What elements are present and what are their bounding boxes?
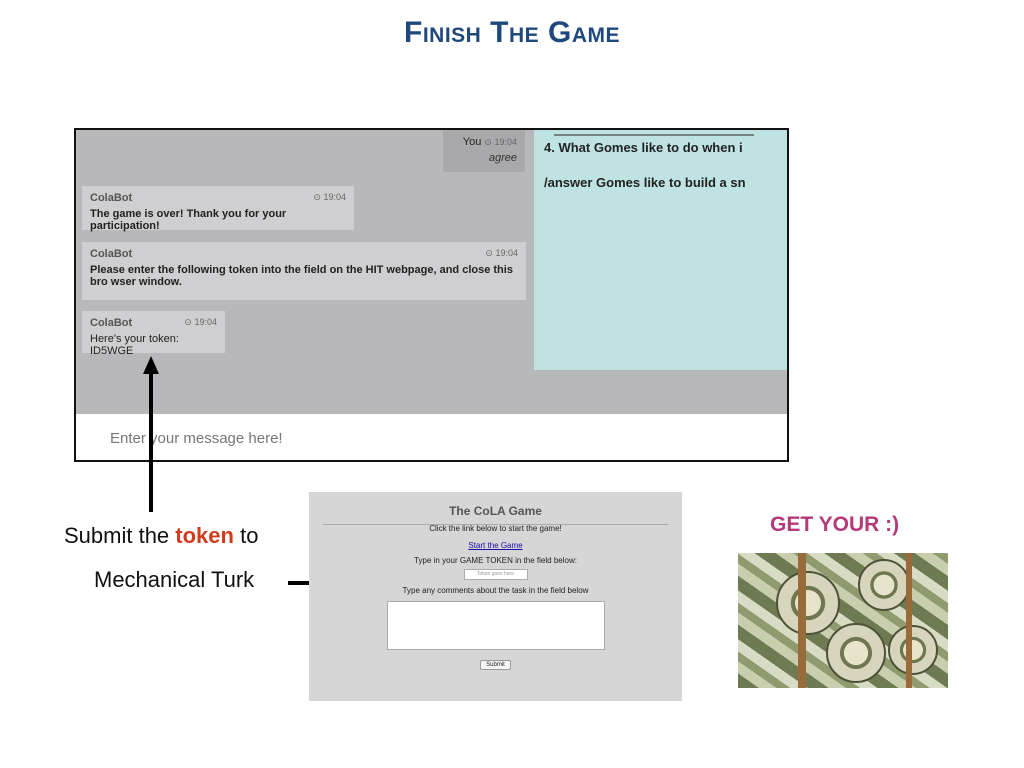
task-question: 4. What Gomes like to do when i bbox=[544, 140, 743, 155]
start-game-link[interactable]: Start the Game bbox=[309, 541, 682, 550]
message-author: ColaBot bbox=[90, 192, 133, 204]
comments-textarea[interactable] bbox=[386, 601, 605, 650]
money-roll bbox=[858, 559, 910, 611]
task-panel: 4. What Gomes like to do when i /answer … bbox=[534, 130, 787, 370]
message-input[interactable]: Enter your message here! bbox=[76, 414, 787, 460]
message-text: Please enter the following token into th… bbox=[90, 264, 513, 288]
money-image bbox=[738, 553, 948, 688]
divider bbox=[323, 524, 668, 525]
rubber-band bbox=[798, 553, 806, 688]
slide-title: Finish The Game bbox=[404, 16, 620, 49]
bot-message: ColaBot ⊙ 19:04 Please enter the followi… bbox=[82, 242, 526, 300]
message-text: The game is over! Thank you for your par… bbox=[90, 208, 287, 232]
hit-instruction: Click the link below to start the game! bbox=[429, 524, 562, 533]
highlight-token: token bbox=[175, 523, 234, 548]
money-roll bbox=[826, 623, 886, 683]
clipped-text bbox=[554, 130, 754, 136]
comments-label: Type any comments about the task in the … bbox=[402, 586, 589, 595]
money-roll bbox=[776, 571, 840, 635]
submit-button[interactable]: Submit bbox=[480, 660, 511, 670]
chat-window: You ⊙ 19:04 agree ColaBot ⊙ 19:04 The ga… bbox=[74, 128, 789, 462]
caption-line-1: Submit the token to bbox=[64, 523, 259, 548]
message-text: agree bbox=[488, 152, 517, 164]
reward-label: GET YOUR :) bbox=[770, 513, 900, 536]
message-author: ColaBot bbox=[90, 248, 133, 260]
bot-message: ColaBot ⊙ 19:04 Here's your token: ID5WG… bbox=[82, 311, 225, 357]
rubber-band bbox=[906, 553, 912, 688]
message-time: ⊙ 19:04 bbox=[313, 192, 346, 202]
message-time: ⊙ 19:04 bbox=[184, 317, 217, 327]
message-time: ⊙ 19:04 bbox=[485, 248, 518, 258]
message-time: ⊙ 19:04 bbox=[484, 137, 517, 147]
message-author: You bbox=[462, 136, 482, 148]
caption-line-2: Mechanical Turk bbox=[94, 567, 255, 592]
hit-form: The CoLA Game Click the link below to st… bbox=[309, 492, 682, 701]
task-answer: /answer Gomes like to build a sn bbox=[544, 175, 746, 190]
user-message: You ⊙ 19:04 agree bbox=[443, 130, 525, 172]
token-input[interactable]: Token goes here bbox=[463, 569, 528, 580]
token-label: Type in your GAME TOKEN in the field bel… bbox=[414, 556, 577, 565]
token-message-text: Here's your token: ID5WGE bbox=[90, 333, 179, 357]
bot-message: ColaBot ⊙ 19:04 The game is over! Thank … bbox=[82, 186, 354, 232]
arrow-up-line bbox=[149, 372, 153, 512]
money-roll bbox=[888, 625, 938, 675]
hit-title: The CoLA Game bbox=[449, 504, 542, 518]
